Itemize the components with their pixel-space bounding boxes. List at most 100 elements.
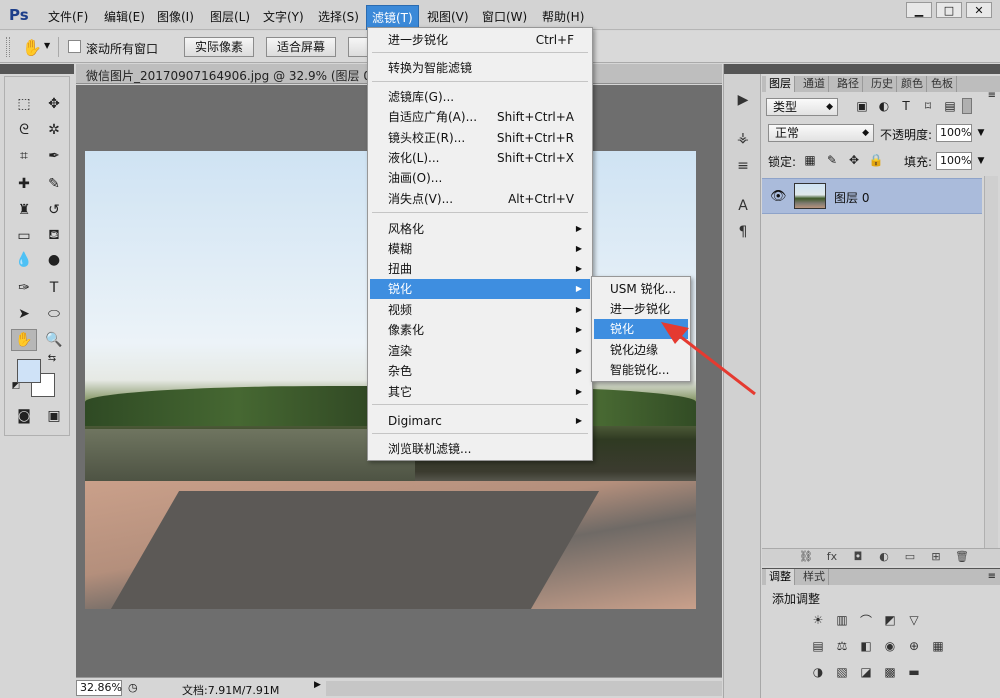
filter-menu-item-vanishing-point[interactable]: 消失点(V)... Alt+Ctrl+V [370, 189, 590, 209]
magic-wand-tool-icon[interactable]: ✲ [41, 119, 67, 141]
selective-color-icon[interactable]: ▩ [882, 664, 898, 680]
new-layer-icon[interactable]: ⊞ [928, 550, 944, 566]
submenu-item-sharpen-more[interactable]: 进一步锐化 [594, 299, 688, 319]
filter-menu-item-sharpen-more[interactable]: 进一步锐化 Ctrl+F [370, 30, 590, 50]
filter-menu-item-video[interactable]: 视频 ▶ [370, 300, 590, 320]
channel-mixer-icon[interactable]: ⊕ [906, 638, 922, 654]
fill-field[interactable]: 100% [936, 152, 972, 170]
foreground-color-swatch[interactable] [17, 359, 41, 383]
layer-filter-select[interactable]: 类型 ◆ [766, 98, 838, 116]
play-actions-icon[interactable]: ▶ [733, 90, 753, 110]
tab-color[interactable]: 颜色 [898, 76, 927, 92]
dock-header[interactable] [724, 64, 762, 74]
filter-menu-item-gallery[interactable]: 滤镜库(G)... [370, 87, 590, 107]
menu-file[interactable]: 文件(F) [48, 8, 88, 25]
blur-tool-icon[interactable]: 💧 [11, 249, 37, 271]
filter-menu-item-blur[interactable]: 模糊 ▶ [370, 239, 590, 259]
filter-adjustment-icon[interactable]: ◐ [876, 98, 892, 114]
opacity-field[interactable]: 100% [936, 124, 972, 142]
options-grip[interactable] [6, 37, 10, 57]
layer-style-fx-icon[interactable]: fx [824, 550, 840, 566]
add-mask-icon[interactable]: ◘ [850, 550, 866, 566]
new-adjustment-layer-icon[interactable]: ◐ [876, 550, 892, 566]
opacity-dropdown-icon[interactable]: ▼ [974, 124, 988, 142]
tab-paths[interactable]: 路径 [834, 76, 863, 92]
tab-history[interactable]: 历史 [868, 76, 897, 92]
layers-scrollbar[interactable] [984, 176, 998, 550]
brush-presets-icon[interactable]: ⚶ [733, 128, 753, 148]
minimize-icon[interactable]: ▁ [906, 2, 932, 18]
tab-swatches[interactable]: 色板 [928, 76, 957, 92]
menu-help[interactable]: 帮助(H) [542, 8, 584, 25]
photo-filter-icon[interactable]: ◉ [882, 638, 898, 654]
panel-menu-icon[interactable]: ≡ [988, 90, 996, 101]
panel-header[interactable] [762, 64, 1000, 74]
filter-menu-item-digimarc[interactable]: Digimarc ▶ [370, 411, 590, 431]
lock-pixels-icon[interactable]: ✎ [824, 152, 840, 168]
layer-name[interactable]: 图层 0 [834, 189, 869, 206]
quick-mask-icon[interactable]: ◙ [11, 405, 37, 427]
adjustments-menu-icon[interactable]: ≡ [988, 571, 996, 582]
layer-visibility-eye-icon[interactable]: 👁 [770, 189, 787, 204]
fill-dropdown-icon[interactable]: ▼ [974, 152, 988, 170]
tab-channels[interactable]: 通道 [800, 76, 829, 92]
hue-saturation-icon[interactable]: ▤ [810, 638, 826, 654]
filter-toggle-icon[interactable] [962, 98, 972, 114]
screen-mode-icon[interactable]: ▣ [41, 405, 67, 427]
clone-stamp-tool-icon[interactable]: ♜ [11, 199, 37, 221]
restore-icon[interactable]: □ [936, 2, 962, 18]
delete-layer-icon[interactable]: 🗑 [954, 550, 970, 566]
swap-colors-icon[interactable]: ⇆ [45, 351, 59, 365]
dodge-tool-icon[interactable]: ● [41, 249, 67, 271]
link-layers-icon[interactable]: ⛓ [798, 550, 814, 566]
menu-layer[interactable]: 图层(L) [210, 8, 250, 25]
vibrance-icon[interactable]: ▽ [906, 612, 922, 628]
submenu-item-unsharp-mask[interactable]: USM 锐化... [594, 279, 688, 299]
lock-position-icon[interactable]: ✥ [846, 152, 862, 168]
color-lookup-icon[interactable]: ▦ [930, 638, 946, 654]
filter-menu-item-stylize[interactable]: 风格化 ▶ [370, 219, 590, 239]
hand-tool-icon[interactable]: ✋ [11, 329, 37, 351]
status-menu-arrow-icon[interactable]: ▶ [314, 680, 324, 696]
filter-pixel-icon[interactable]: ▣ [854, 98, 870, 114]
tool-preset-caret-icon[interactable]: ▼ [44, 41, 50, 50]
levels-icon[interactable]: ▥ [834, 612, 850, 628]
gradient-map-icon[interactable]: ▬ [906, 664, 922, 680]
invert-icon[interactable]: ◑ [810, 664, 826, 680]
filter-shape-icon[interactable]: ⌑ [920, 98, 936, 114]
menu-select[interactable]: 选择(S) [318, 8, 359, 25]
filter-type-icon[interactable]: T [898, 98, 914, 114]
posterize-icon[interactable]: ▧ [834, 664, 850, 680]
zoom-tool-icon[interactable]: 🔍 [41, 329, 67, 351]
menu-edit[interactable]: 编辑(E) [104, 8, 145, 25]
fit-screen-button[interactable]: 适合屏幕 [266, 37, 337, 57]
filter-menu-item-browse-online[interactable]: 浏览联机滤镜... [370, 439, 590, 459]
close-icon[interactable]: ✕ [966, 2, 992, 18]
tab-adjustments[interactable]: 调整 [766, 569, 795, 585]
exposure-icon[interactable]: ◩ [882, 612, 898, 628]
healing-brush-tool-icon[interactable]: ✚ [11, 173, 37, 195]
paragraph-icon[interactable]: ¶ [733, 222, 753, 242]
brush-settings-icon[interactable]: ≡ [733, 156, 753, 176]
crop-tool-icon[interactable]: ⌗ [11, 145, 37, 167]
tab-layers[interactable]: 图层 [766, 76, 795, 92]
lock-all-icon[interactable]: 🔒 [868, 152, 884, 168]
filter-menu-item-sharpen[interactable]: 锐化 ▶ [370, 279, 590, 299]
filter-menu-item-adaptive-wide-angle[interactable]: 自适应广角(A)... Shift+Ctrl+A [370, 107, 590, 127]
actual-pixels-button[interactable]: 实际像素 [184, 37, 255, 57]
menu-type[interactable]: 文字(Y) [263, 8, 304, 25]
filter-menu-item-pixelate[interactable]: 像素化 ▶ [370, 320, 590, 340]
lock-transparency-icon[interactable]: ▦ [802, 152, 818, 168]
character-icon[interactable]: A [733, 196, 753, 216]
filter-menu-item-distort[interactable]: 扭曲 ▶ [370, 259, 590, 279]
filter-menu-item-render[interactable]: 渲染 ▶ [370, 341, 590, 361]
history-brush-tool-icon[interactable]: ↺ [41, 199, 67, 221]
pen-tool-icon[interactable]: ✑ [11, 277, 37, 299]
brush-tool-icon[interactable]: ✎ [41, 173, 67, 195]
tab-styles[interactable]: 样式 [800, 569, 829, 585]
filter-menu-item-convert-smart[interactable]: 转换为智能滤镜 [370, 58, 590, 78]
threshold-icon[interactable]: ◪ [858, 664, 874, 680]
curves-icon[interactable]: ⌒ [858, 612, 874, 628]
menu-view[interactable]: 视图(V) [427, 8, 469, 25]
status-info-icon[interactable]: ◷ [128, 681, 138, 694]
